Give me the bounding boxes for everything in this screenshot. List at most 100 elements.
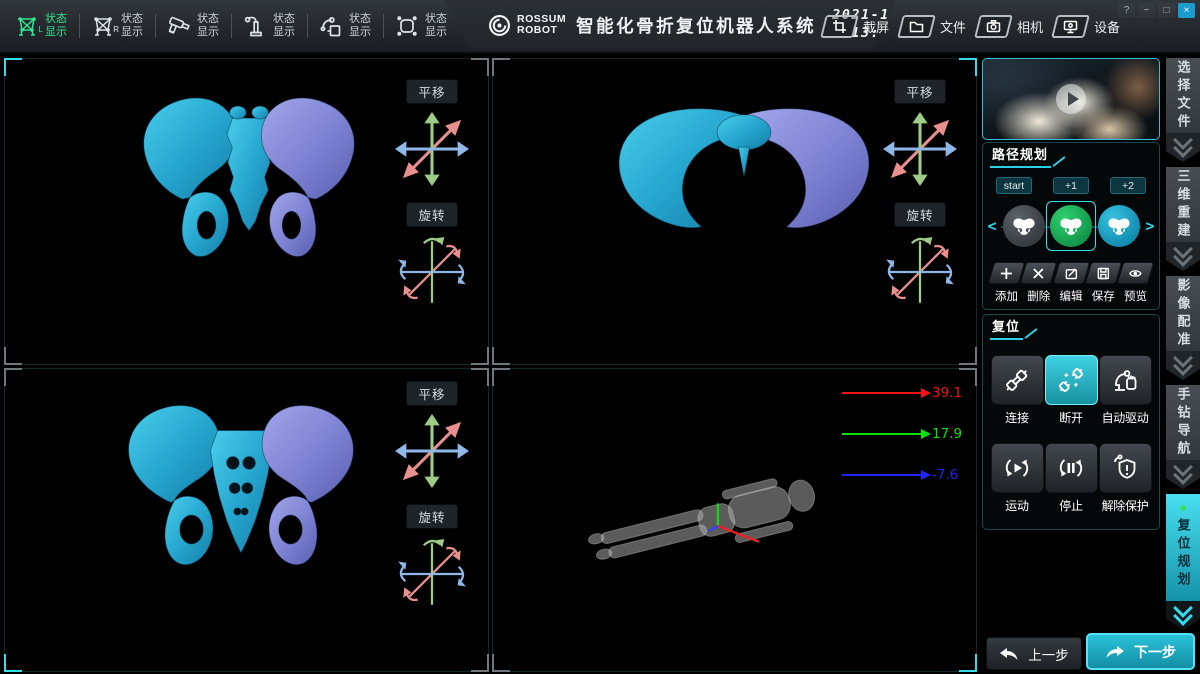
next-step-arrow[interactable]: > (1145, 217, 1155, 235)
viewport-pelvis-inlet[interactable]: 平移 旋转 (492, 58, 977, 365)
pan-axes-widget[interactable] (881, 110, 959, 188)
edit-icon (1052, 262, 1089, 284)
window-controls: ? − □ × (1118, 3, 1195, 18)
add-button[interactable]: 添加 (992, 262, 1021, 304)
header-slash (1024, 328, 1037, 339)
step-tag-plus2[interactable]: +2 (1110, 177, 1146, 194)
view-manipulator: 平移 旋转 (878, 79, 962, 311)
device-icon (1051, 15, 1090, 38)
file-icon (897, 15, 936, 38)
help-button[interactable]: ? (1118, 3, 1135, 18)
corner-bracket (492, 347, 510, 365)
delete-button[interactable]: 删除 (1024, 262, 1053, 304)
prev-step-arrow[interactable]: < (987, 217, 997, 235)
motion-button[interactable]: 运动 (991, 443, 1043, 514)
action-label: 预览 (1124, 288, 1147, 304)
pelvis-3d-model-anterior (129, 81, 369, 277)
file-button[interactable]: 文件 (900, 15, 966, 38)
header-slash (1052, 156, 1065, 167)
status-button-robot-cart[interactable]: 状态显示 (310, 13, 381, 39)
pan-axes-widget[interactable] (393, 110, 471, 188)
auto-drive-button[interactable]: 自动驱动 (1099, 355, 1151, 426)
measurement-z: -7.6 (842, 467, 968, 483)
screenshot-icon (820, 15, 859, 38)
screenshot-button[interactable]: 截屏 (823, 15, 889, 38)
path-planning-panel: 路径规划 start +1 +2 < (982, 142, 1160, 310)
stop-icon (1045, 443, 1098, 493)
play-icon[interactable] (1056, 84, 1086, 114)
stop-button[interactable]: 停止 (1045, 443, 1097, 514)
preview-button[interactable]: 预览 (1121, 262, 1150, 304)
z-axis-value: -7.6 (932, 467, 968, 483)
tab-3d-reconstruction[interactable]: 三维重建 (1166, 167, 1200, 271)
pan-label: 平移 (894, 79, 945, 104)
status-button-label: 状态显示 (273, 13, 297, 39)
chevron-down-icon (1166, 601, 1200, 630)
status-toolbar: L 状态显示 (6, 0, 457, 52)
release-protection-button[interactable]: 解除保护 (1099, 443, 1151, 514)
step-tag-plus1[interactable]: +1 (1053, 177, 1089, 194)
maximize-button[interactable]: □ (1158, 3, 1175, 18)
action-label: 添加 (995, 288, 1018, 304)
disconnect-button[interactable]: 断开 (1045, 355, 1097, 426)
save-icon (1085, 262, 1122, 284)
step-node-selected[interactable] (1050, 205, 1092, 247)
status-button-fixator-frame[interactable]: 状态显示 (386, 13, 457, 39)
step-tags: start +1 +2 (996, 177, 1146, 194)
viewport-pelvis-anterior[interactable]: 平移 旋转 (4, 58, 489, 365)
corner-bracket (471, 347, 489, 365)
tab-select-file[interactable]: 选择文件 (1166, 58, 1200, 162)
rotate-axes-widget[interactable] (393, 535, 471, 613)
action-label: 编辑 (1060, 288, 1083, 304)
edit-button[interactable]: 编辑 (1057, 262, 1086, 304)
quick-toolbar: 截屏 文件 相机 (823, 0, 1120, 52)
action-label: 保存 (1092, 288, 1115, 304)
camera-button[interactable]: 相机 (977, 15, 1043, 38)
tab-reduction-planning[interactable]: 复位规划 (1166, 494, 1200, 630)
status-button-label: 状态显示 (121, 13, 145, 39)
tab-drill-navigation[interactable]: 手钻导航 (1166, 385, 1200, 489)
quick-button-label: 相机 (1017, 17, 1043, 36)
reduction-button-label: 停止 (1059, 497, 1082, 514)
status-button-hexapod-left[interactable]: L 状态显示 (6, 13, 77, 39)
status-button-drill[interactable]: 状态显示 (158, 13, 229, 39)
close-button[interactable]: × (1178, 3, 1195, 18)
corner-bracket (4, 368, 22, 386)
app-title: 智能化骨折复位机器人系统 (576, 13, 816, 38)
chevron-down-icon (1166, 242, 1200, 271)
reduction-row-1: 连接 (991, 355, 1151, 426)
preview-icon (1117, 262, 1154, 284)
next-step-label: 下一步 (1134, 642, 1176, 662)
status-button-robot-arm[interactable]: 状态显示 (234, 13, 305, 39)
rotate-axes-widget[interactable] (393, 233, 471, 311)
previous-step-button[interactable]: 上一步 (986, 637, 1082, 670)
corner-bracket (959, 654, 977, 672)
next-step-button[interactable]: 下一步 (1086, 633, 1195, 670)
step-node-start[interactable] (1003, 205, 1045, 247)
viewport-patient-body[interactable]: 39.1 17.9 -7.6 (492, 368, 977, 672)
delete-icon (1020, 262, 1057, 284)
fixator-frame-icon (394, 13, 420, 39)
minimize-button[interactable]: − (1138, 3, 1155, 18)
connect-button[interactable]: 连接 (991, 355, 1043, 426)
tab-label: 影像配准 (1174, 278, 1193, 350)
y-axis-arrow (842, 433, 922, 435)
step-carousel: < > (987, 201, 1155, 251)
step-node-next[interactable] (1098, 205, 1140, 247)
viewport-pelvis-posterior[interactable]: 平移 旋转 (4, 368, 489, 672)
path-actions: 添加 删除 编辑 (992, 262, 1150, 304)
tab-image-registration[interactable]: 影像配准 (1166, 276, 1200, 380)
rotate-label: 旋转 (406, 202, 457, 227)
rotate-axes-widget[interactable] (881, 233, 959, 311)
x-axis-arrow (842, 392, 922, 394)
plug-disconnected-icon (1045, 355, 1098, 405)
status-button-hexapod-right[interactable]: R 状态显示 (82, 13, 153, 39)
step-tag-start[interactable]: start (996, 177, 1032, 194)
back-arrow-icon (999, 647, 1019, 661)
video-thumbnail[interactable] (982, 58, 1160, 140)
device-button[interactable]: 设备 (1054, 15, 1120, 38)
pan-axes-widget[interactable] (393, 412, 471, 490)
corner-bracket (471, 654, 489, 672)
quick-button-label: 设备 (1094, 17, 1120, 36)
save-button[interactable]: 保存 (1089, 262, 1118, 304)
